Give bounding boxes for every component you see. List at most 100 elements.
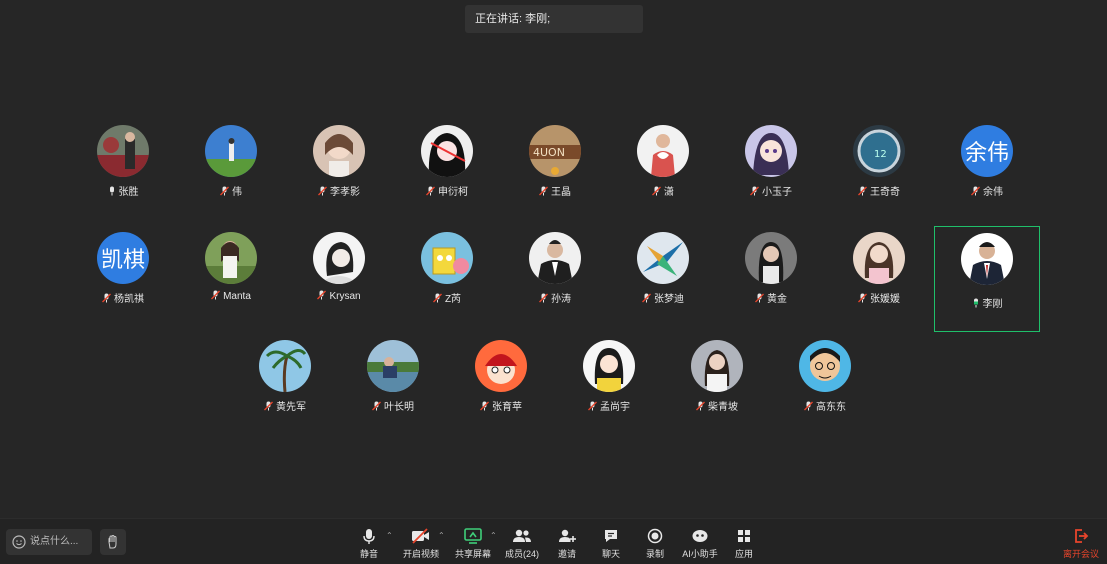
invite-button[interactable]: 邀请 <box>542 527 592 563</box>
participant-name: 黄金 <box>767 294 787 305</box>
hand-icon <box>108 534 117 549</box>
participant-name: 余伟 <box>983 187 1003 198</box>
microphone-muted-icon <box>588 401 597 411</box>
svg-text:12: 12 <box>874 149 887 160</box>
participant-name: 张梦迪 <box>654 294 684 305</box>
participant-name: 王奇奇 <box>870 187 900 198</box>
avatar <box>421 125 473 177</box>
microphone-muted-icon <box>642 293 651 303</box>
avatar <box>961 233 1013 285</box>
chat-input[interactable]: 说点什么... <box>6 529 92 555</box>
participant-tile[interactable]: 李孝影 <box>286 125 392 231</box>
participant-name: 孟尚宇 <box>600 402 630 413</box>
microphone-muted-icon <box>432 293 442 303</box>
chat-button[interactable]: 聊天 <box>586 527 636 563</box>
participant-tile[interactable]: 张胜 <box>70 125 176 231</box>
record-button[interactable]: 录制 <box>630 527 680 563</box>
participant-tile[interactable]: 李刚 <box>934 226 1040 332</box>
participant-tile[interactable]: 高东东 <box>772 340 878 446</box>
microphone-muted-icon <box>318 186 327 196</box>
microphone-muted-icon <box>858 186 867 196</box>
participant-tile[interactable]: 叶长明 <box>340 340 446 446</box>
microphone-muted-icon <box>539 293 548 303</box>
microphone-icon <box>363 528 375 544</box>
participant-name: Krysan <box>329 291 361 302</box>
raise-hand-button[interactable] <box>100 529 126 555</box>
participant-tile[interactable]: 孟尚宇 <box>556 340 662 446</box>
participant-name-row: Krysan <box>286 290 392 302</box>
microphone-muted-icon <box>755 293 764 303</box>
participant-name-row: 张媛媛 <box>826 290 932 305</box>
participant-name-row: 王奇奇 <box>826 183 932 198</box>
participant-tile[interactable]: Krysan <box>286 232 392 338</box>
microphone-muted-icon <box>372 401 381 411</box>
participant-name-row: 张育苹 <box>448 398 554 413</box>
members-button[interactable]: 成员(24) <box>497 527 547 563</box>
microphone-muted-icon <box>317 290 327 300</box>
participant-tile[interactable]: 张媛媛 <box>826 232 932 338</box>
mute-label: 静音 <box>359 549 378 559</box>
participant-name-row: 叶长明 <box>340 398 446 413</box>
participant-tile[interactable]: 余伟 余伟 <box>934 125 1040 231</box>
participant-name: 潇 <box>664 187 674 198</box>
avatar <box>475 340 527 392</box>
video-options-caret[interactable]: ⌃ <box>438 531 445 540</box>
participant-name-row: 黄先军 <box>232 398 338 413</box>
participant-tile[interactable]: 黄先军 <box>232 340 338 446</box>
ai-assistant-label: AI小助手 <box>682 549 718 559</box>
participant-name-row: 潇 <box>610 183 716 198</box>
share-screen-label: 共享屏幕 <box>454 549 491 559</box>
participant-name: 申衍柯 <box>438 187 468 198</box>
svg-text:4UON: 4UON <box>533 146 565 159</box>
participant-tile[interactable]: 潇 <box>610 125 716 231</box>
participant-tile[interactable]: 4UON 王晶 <box>502 125 608 231</box>
participant-name: 李刚 <box>982 299 1003 310</box>
chat-icon <box>605 530 617 542</box>
avatar <box>313 232 365 284</box>
participant-tile[interactable]: 申衍柯 <box>394 125 500 231</box>
participant-tile[interactable]: 柴青坡 <box>664 340 770 446</box>
participant-name: 黄先军 <box>276 402 306 413</box>
avatar <box>799 340 851 392</box>
microphone-speaking-icon <box>973 298 978 308</box>
participant-name: 叶长明 <box>384 402 414 413</box>
avatar <box>529 232 581 284</box>
chat-placeholder: 说点什么... <box>30 536 79 547</box>
avatar: 12 <box>853 125 905 177</box>
participant-name: Z芮 <box>444 294 462 305</box>
microphone-muted-icon <box>426 186 435 196</box>
participant-tile[interactable]: 小玉子 <box>718 125 824 231</box>
record-icon <box>647 528 663 544</box>
avatar: 4UON <box>529 125 581 177</box>
participant-tile[interactable]: 伟 <box>178 125 284 231</box>
participant-tile[interactable]: 孙涛 <box>502 232 608 338</box>
avatar <box>205 232 257 284</box>
microphone-muted-icon <box>480 401 489 411</box>
participant-name-row: Z芮 <box>394 290 500 305</box>
participant-name: 高东东 <box>816 402 846 413</box>
microphone-muted-icon <box>652 186 661 196</box>
microphone-muted-icon <box>220 186 229 196</box>
participant-name-row: 李孝影 <box>286 183 392 198</box>
participant-tile[interactable]: 张梦迪 <box>610 232 716 338</box>
participant-name: 张媛媛 <box>870 294 900 305</box>
participant-tile[interactable]: Z芮 <box>394 232 500 338</box>
share-options-caret[interactable]: ⌃ <box>490 531 497 540</box>
participant-tile[interactable]: 黄金 <box>718 232 824 338</box>
avatar: 余伟 <box>961 125 1013 177</box>
leave-meeting-button[interactable]: 离开会议 <box>1056 527 1106 563</box>
apps-button[interactable]: 应用 <box>719 527 769 563</box>
participant-tile[interactable]: 张育苹 <box>448 340 554 446</box>
share-screen-icon <box>464 528 482 544</box>
participant-name: 孙涛 <box>551 294 571 305</box>
ai-assistant-button[interactable]: AI小助手 <box>675 527 725 563</box>
participant-name-row: 申衍柯 <box>394 183 500 198</box>
participant-name: 张育苹 <box>492 402 522 413</box>
participant-tile[interactable]: 12 王奇奇 <box>826 125 932 231</box>
mute-options-caret[interactable]: ⌃ <box>386 531 393 540</box>
video-label: 开启视频 <box>402 549 439 559</box>
participant-name-row: 李刚 <box>935 295 1039 310</box>
microphone-muted-icon <box>971 186 980 196</box>
participant-tile[interactable]: Manta <box>178 232 284 338</box>
participant-tile[interactable]: 凯棋 杨凯祺 <box>70 232 176 338</box>
